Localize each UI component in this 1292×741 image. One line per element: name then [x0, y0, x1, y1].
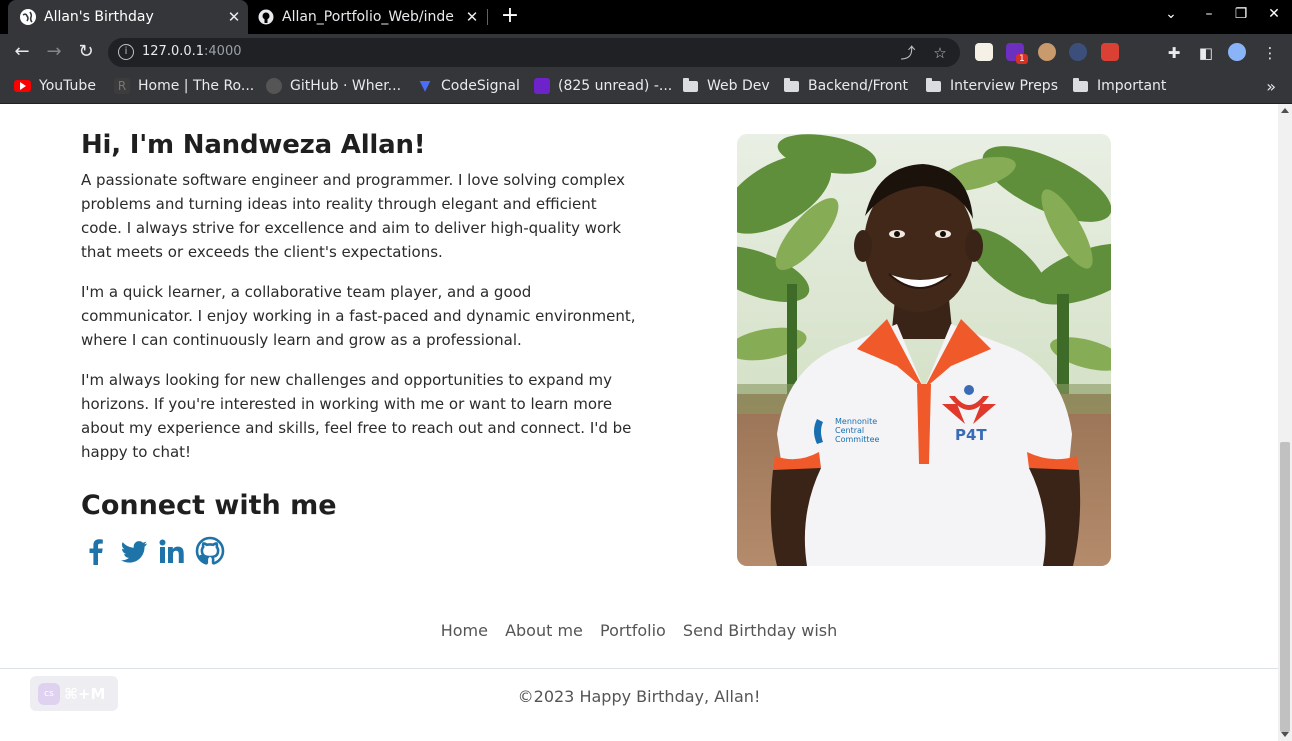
extensions-puzzle-icon[interactable]: ✚	[1164, 43, 1184, 63]
copyright-text: ©2023 Happy Birthday, Allan!	[517, 687, 761, 706]
extension-icon[interactable]	[1069, 43, 1087, 61]
site-info-icon[interactable]: i	[118, 44, 134, 60]
shirt-text: Mennonite	[835, 417, 877, 426]
facebook-icon	[89, 539, 103, 565]
browser-toolbar: ← → ↻ i 127.0.0.1:4000 ⤴ ☆ 1 ✚ ◧ ⋮	[0, 34, 1292, 71]
page-scrollbar[interactable]	[1278, 104, 1292, 741]
folder-icon	[784, 77, 799, 92]
footer-link-portfolio[interactable]: Portfolio	[600, 621, 666, 640]
bookmarks-bar: YouTube R Home | The Ro... GitHub · Wher…	[0, 71, 1292, 104]
more-bookmarks-icon[interactable]: »	[1266, 77, 1276, 96]
bookmark-home[interactable]: R Home | The Ro...	[114, 78, 254, 94]
tab-search-chevron-icon[interactable]: ⌄	[1159, 6, 1183, 22]
share-icon[interactable]: ⤴	[898, 43, 918, 63]
tab-title: Allan_Portfolio_Web/inde	[282, 9, 454, 25]
scrollbar-thumb[interactable]	[1280, 442, 1290, 732]
reload-icon[interactable]: ↻	[74, 40, 98, 64]
bookmark-label: CodeSignal	[441, 78, 520, 94]
github-link[interactable]	[195, 536, 231, 566]
back-icon[interactable]: ←	[10, 40, 34, 64]
github-icon	[258, 9, 274, 25]
folder-icon	[683, 77, 698, 92]
footer-nav: Home About me Portfolio Send Birthday wi…	[0, 621, 1278, 640]
facebook-link[interactable]	[81, 536, 117, 566]
close-tab-icon[interactable]: ✕	[220, 8, 248, 26]
folder-icon	[926, 77, 941, 92]
twitter-link[interactable]	[119, 536, 155, 566]
folder-icon	[1073, 77, 1088, 92]
bookmark-label: Important	[1097, 78, 1167, 94]
github-icon	[266, 78, 282, 94]
bookmark-mail[interactable]: (825 unread) -...	[534, 78, 672, 94]
profile-avatar[interactable]	[1228, 43, 1246, 61]
cs-logo-icon: cs	[38, 682, 60, 705]
bookmark-label: Backend/Front	[808, 78, 908, 94]
bookmark-label: (825 unread) -...	[558, 78, 673, 94]
github-icon	[195, 536, 225, 565]
scroll-down-arrow-icon[interactable]	[1281, 732, 1289, 737]
intro-heading: Hi, I'm Nandweza Allan!	[81, 130, 426, 160]
footer-link-home[interactable]: Home	[441, 621, 488, 640]
linkedin-icon	[159, 539, 184, 563]
shortcut-overlay[interactable]: cs ⌘+M	[30, 676, 118, 711]
twitter-icon	[121, 541, 147, 563]
bookmark-codesignal[interactable]: ▼ CodeSignal	[417, 78, 520, 94]
kebab-menu-icon[interactable]: ⋮	[1260, 43, 1280, 63]
site-icon: R	[114, 78, 130, 94]
shirt-text: Committee	[835, 435, 879, 444]
shirt-text: Central	[835, 426, 864, 435]
tab-allans-birthday[interactable]: Allan's Birthday ✕	[8, 0, 248, 34]
tab-title: Allan's Birthday	[44, 9, 154, 25]
extension-icon[interactable]	[975, 43, 993, 61]
extension-icon[interactable]	[1038, 43, 1056, 61]
scroll-up-arrow-icon[interactable]	[1281, 108, 1289, 113]
footer-divider	[0, 668, 1278, 669]
address-bar[interactable]: i 127.0.0.1:4000 ⤴ ☆	[108, 38, 960, 67]
footer-link-birthday-wish[interactable]: Send Birthday wish	[683, 621, 837, 640]
bookmark-github[interactable]: GitHub · Wher...	[266, 78, 401, 94]
connect-heading: Connect with me	[81, 490, 337, 521]
tab-divider	[487, 9, 488, 25]
url-text: 127.0.0.1:4000	[142, 44, 242, 59]
about-paragraph: I'm a quick learner, a collaborative tea…	[81, 283, 636, 349]
bookmark-folder-important[interactable]: Important	[1073, 77, 1167, 94]
footer-link-about[interactable]: About me	[505, 621, 583, 640]
todoist-icon[interactable]	[1101, 43, 1119, 61]
extension-badge: 1	[1016, 54, 1028, 64]
page-content: Hi, I'm Nandweza Allan! A passionate sof…	[0, 104, 1278, 741]
new-tab-icon[interactable]: +	[498, 4, 522, 28]
maximize-icon[interactable]: ❐	[1229, 6, 1253, 22]
close-tab-icon[interactable]: ✕	[458, 8, 486, 26]
social-links	[81, 536, 233, 566]
bookmark-label: Interview Preps	[950, 78, 1058, 94]
bookmark-youtube[interactable]: YouTube	[14, 78, 96, 94]
youtube-icon	[14, 80, 31, 92]
tab-portfolio-github[interactable]: Allan_Portfolio_Web/inde ✕	[250, 0, 486, 34]
bookmark-folder-backend-front[interactable]: Backend/Front	[784, 77, 908, 94]
bookmark-folder-web-dev[interactable]: Web Dev	[683, 77, 770, 94]
side-panel-icon[interactable]: ◧	[1196, 43, 1216, 63]
codesignal-icon: ▼	[419, 78, 431, 94]
bookmark-folder-interview-preps[interactable]: Interview Preps	[926, 77, 1058, 94]
bookmark-label: Web Dev	[707, 78, 770, 94]
bookmark-label: Home | The Ro...	[138, 78, 255, 94]
profile-photo: Mennonite Central Committee P4T	[737, 134, 1111, 566]
bookmark-label: YouTube	[39, 78, 96, 94]
linkedin-link[interactable]	[157, 536, 193, 566]
about-paragraph: I'm always looking for new challenges an…	[81, 371, 632, 461]
about-section: Hi, I'm Nandweza Allan! A passionate sof…	[81, 130, 636, 480]
globe-icon	[20, 9, 36, 25]
about-paragraph: A passionate software engineer and progr…	[81, 171, 625, 261]
close-window-icon[interactable]: ✕	[1262, 6, 1286, 22]
bookmark-label: GitHub · Wher...	[290, 78, 402, 94]
shirt-logo-text: P4T	[955, 426, 987, 444]
tab-bar: Allan's Birthday ✕ Allan_Portfolio_Web/i…	[0, 0, 1292, 34]
shortcut-keys: ⌘+M	[64, 684, 106, 703]
minimize-icon[interactable]: –	[1197, 6, 1221, 22]
mail-icon	[534, 78, 550, 94]
forward-icon[interactable]: →	[42, 40, 66, 64]
bookmark-star-icon[interactable]: ☆	[930, 43, 950, 63]
